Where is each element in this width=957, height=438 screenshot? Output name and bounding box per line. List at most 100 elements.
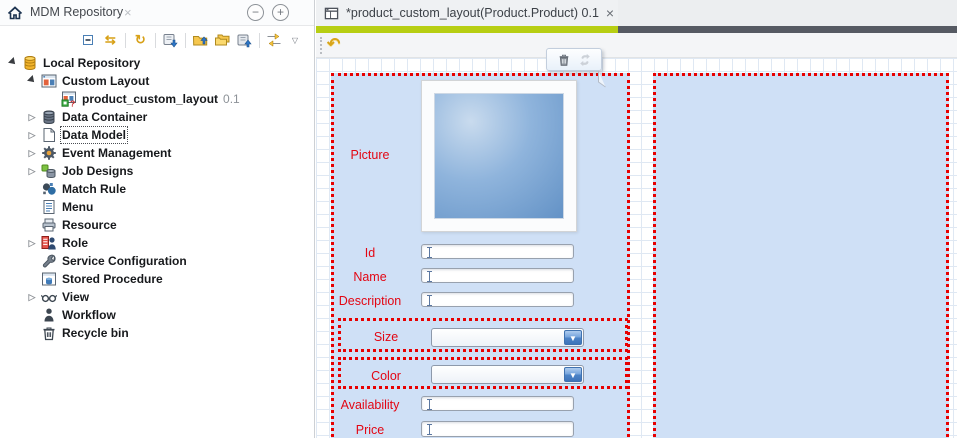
tab-underline-bar [316,26,957,33]
dropdown-arrow-icon[interactable]: ▼ [564,367,582,382]
availability-input[interactable] [421,396,574,411]
minimize-view-button[interactable]: − [247,4,264,21]
price-input[interactable] [421,421,574,437]
tree-item-role[interactable]: ▷ Role [0,234,314,252]
toolbar-separator [185,33,186,48]
maximize-view-button[interactable]: + [272,4,289,21]
talend-mdm-studio-window: MDM Repository × − + ⇆ ↻ [0,0,957,438]
link-with-editor-button[interactable]: ⇆ [101,31,120,50]
form-column-left[interactable]: Picture Id Name Description Size [331,73,630,438]
toolbar-drag-handle[interactable] [320,37,322,54]
id-field-label: Id [334,246,406,260]
svg-text:?: ? [70,99,75,108]
tree-item-product-custom-layout[interactable]: ? product_custom_layout 0.1 [0,90,314,108]
commit-items-button[interactable] [235,31,254,50]
undo-button[interactable]: ↶ [327,34,340,54]
tree-item-label: Menu [62,200,93,214]
refresh-button[interactable]: ↻ [131,31,150,50]
home-icon [7,5,23,21]
import-items-button[interactable] [161,31,180,50]
availability-field-label: Availability [334,398,406,412]
name-input[interactable] [421,268,574,283]
tree-item-data-model[interactable]: ▷ Data Model [0,126,314,144]
form-column-right[interactable] [653,73,949,438]
copy-items-button[interactable] [213,31,232,50]
expanded-arrow-icon[interactable] [23,72,41,90]
layout-editor-icon [324,6,339,21]
tree-item-service-configuration[interactable]: Service Configuration [0,252,314,270]
size-dropdown[interactable]: ▼ [431,328,584,347]
repository-toolbar: ⇆ ↻ ▽ [0,27,314,53]
match-rule-icon [41,181,57,197]
editor-tab-bar: *product_custom_layout(Product.Product) … [316,0,957,26]
picture-placeholder-image [434,93,564,219]
tree-item-stored-procedure[interactable]: Stored Procedure [0,270,314,288]
dropdown-arrow-icon[interactable]: ▼ [564,330,582,345]
view-tab-title[interactable]: MDM Repository [30,0,123,25]
collapsed-arrow-icon[interactable]: ▷ [23,126,41,144]
picture-field-label: Picture [334,148,406,162]
swap-widget-icon-disabled[interactable] [578,53,592,67]
size-field-group[interactable]: Size ▼ [338,318,628,352]
color-field-group[interactable]: Color ▼ [338,357,628,389]
tree-item-label: product_custom_layout [82,92,218,106]
tree-item-label: Recycle bin [62,326,129,340]
popup-pointer-tail [596,71,608,88]
data-model-icon [41,127,57,143]
tree-item-resource[interactable]: Resource [0,216,314,234]
collapsed-arrow-icon[interactable]: ▷ [23,234,41,252]
tree-item-local-repository[interactable]: Local Repository [0,54,314,72]
tree-item-label: Job Designs [62,164,133,178]
tree-item-view[interactable]: ▷ View [0,288,314,306]
tree-item-label: Custom Layout [62,74,149,88]
collapsed-arrow-icon[interactable]: ▷ [23,288,41,306]
collapsed-arrow-icon[interactable]: ▷ [23,108,41,126]
tree-item-job-designs[interactable]: ▷ Job Designs [0,162,314,180]
expanded-arrow-icon[interactable] [4,54,22,72]
workflow-icon [41,307,57,323]
editor-tab-product-custom-layout[interactable]: *product_custom_layout(Product.Product) … [316,0,618,26]
tree-item-label: View [62,290,89,304]
tree-item-data-container[interactable]: ▷ Data Container [0,108,314,126]
description-field-label: Description [334,294,406,308]
repository-tree: Local Repository Custom Layout ? product… [0,54,314,342]
delete-widget-icon[interactable] [557,53,571,67]
selection-action-popup [546,48,602,71]
color-dropdown[interactable]: ▼ [431,365,584,384]
description-input[interactable] [421,292,574,307]
tree-item-event-management[interactable]: ▷ Event Management [0,144,314,162]
view-tab-close-icon[interactable]: × [124,0,132,25]
id-input[interactable] [421,244,574,259]
editor-tab-close-icon[interactable]: × [606,6,614,20]
view-menu-chevron-icon[interactable]: ▽ [292,36,298,45]
tree-item-menu[interactable]: Menu [0,198,314,216]
recycle-bin-icon [41,325,57,341]
tree-item-label: Event Management [62,146,171,160]
editor-tab-title: *product_custom_layout(Product.Product) … [346,6,599,20]
toolbar-separator [155,33,156,48]
tree-item-label: Local Repository [43,56,140,70]
tree-item-match-rule[interactable]: Match Rule [0,180,314,198]
text-caret-icon [426,398,434,411]
custom-layout-icon [41,73,57,89]
tree-item-label: Data Model [62,128,126,142]
picture-widget[interactable] [421,80,577,232]
form-design-canvas[interactable]: Picture Id Name Description Size [316,58,957,438]
check-out-button[interactable] [191,31,210,50]
collapsed-arrow-icon[interactable]: ▷ [23,144,41,162]
repository-icon [22,55,38,71]
toolbar-separator [259,33,260,48]
text-caret-icon [426,270,434,283]
filter-settings-button[interactable] [265,31,284,50]
collapsed-arrow-icon[interactable]: ▷ [23,162,41,180]
tree-item-workflow[interactable]: Workflow [0,306,314,324]
tree-item-recycle-bin[interactable]: Recycle bin [0,324,314,342]
menu-icon [41,199,57,215]
price-field-label: Price [334,423,406,437]
editor-toolbar: ↶ [316,33,957,58]
resource-icon [41,217,57,233]
collapse-all-button[interactable] [79,31,98,50]
layout-item-icon: ? [61,91,77,107]
tree-item-custom-layout[interactable]: Custom Layout [0,72,314,90]
tree-item-label: Resource [62,218,117,232]
